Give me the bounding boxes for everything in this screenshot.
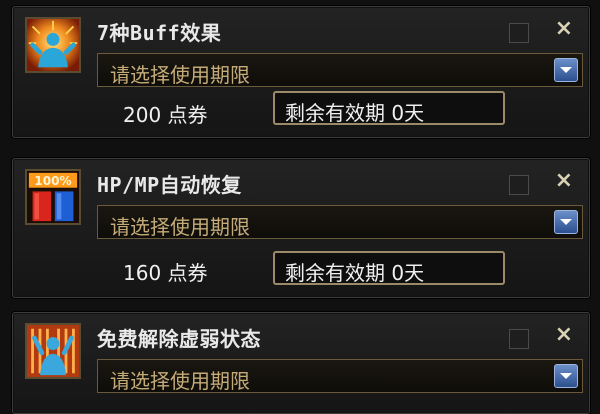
expiry-text: 剩余有效期 0天 xyxy=(285,101,425,125)
expiry-text: 剩余有效期 0天 xyxy=(285,261,425,285)
item-title: HP/MP自动恢复 xyxy=(97,173,242,197)
icon-percent-text: 100% xyxy=(34,174,71,188)
chevron-down-icon[interactable] xyxy=(554,58,578,82)
close-icon[interactable]: × xyxy=(555,323,573,347)
select-checkbox[interactable] xyxy=(509,175,529,195)
expiry-box: 剩余有效期 0天 xyxy=(273,251,505,285)
duration-select-placeholder: 请选择使用期限 xyxy=(110,369,250,393)
price-label: 200 点券 xyxy=(123,103,208,127)
duration-select[interactable]: 请选择使用期限 xyxy=(97,359,583,393)
shop-item-hp-mp-recovery: 100% HP/MP自动恢复 × 请选择使用期限 160 点券 剩余有效期 0天 xyxy=(12,158,590,298)
shop-item-buff-effect: 7种Buff效果 × 请选择使用期限 200 点券 剩余有效期 0天 xyxy=(12,6,590,138)
chevron-down-icon[interactable] xyxy=(554,364,578,388)
item-title: 7种Buff效果 xyxy=(97,21,222,45)
duration-select[interactable]: 请选择使用期限 xyxy=(97,205,583,239)
select-checkbox[interactable] xyxy=(509,329,529,349)
duration-select-placeholder: 请选择使用期限 xyxy=(110,215,250,239)
price-label: 160 点券 xyxy=(123,261,208,285)
chevron-down-icon[interactable] xyxy=(554,210,578,234)
close-icon[interactable]: × xyxy=(555,17,573,41)
shop-item-weakness-removal: 免费解除虚弱状态 × 请选择使用期限 xyxy=(12,312,590,414)
hp-mp-recovery-icon: 100% xyxy=(25,169,81,225)
duration-select[interactable]: 请选择使用期限 xyxy=(97,53,583,87)
close-icon[interactable]: × xyxy=(555,169,573,193)
weakness-removal-icon xyxy=(25,323,81,379)
expiry-box: 剩余有效期 0天 xyxy=(273,91,505,125)
item-title: 免费解除虚弱状态 xyxy=(97,327,261,351)
select-checkbox[interactable] xyxy=(509,23,529,43)
buff-effect-icon xyxy=(25,17,81,73)
duration-select-placeholder: 请选择使用期限 xyxy=(110,63,250,87)
